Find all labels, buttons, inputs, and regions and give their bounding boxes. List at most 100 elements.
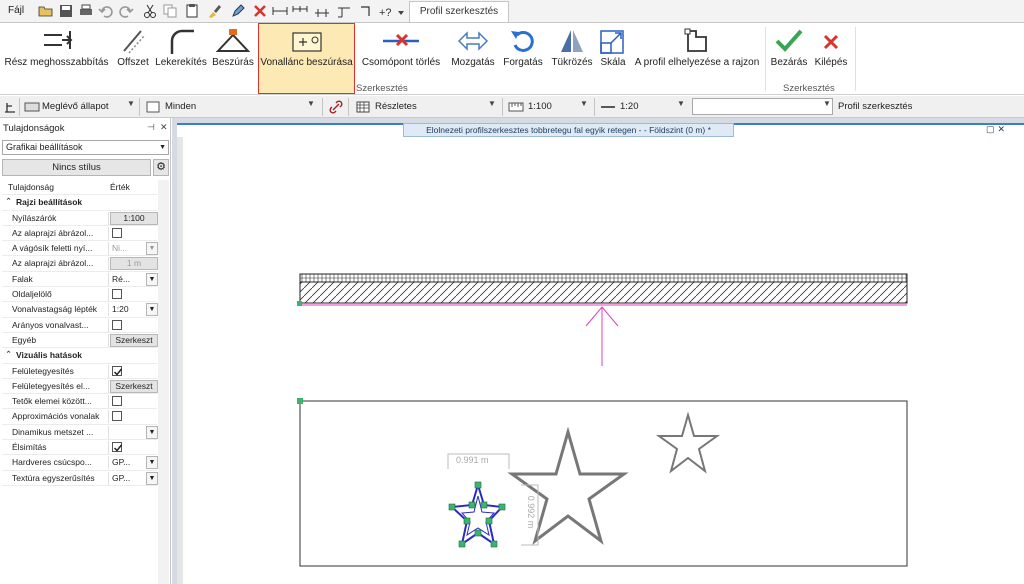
rotate-button[interactable]: Forgatás: [501, 24, 545, 76]
chevron-down-icon[interactable]: ▼: [488, 99, 496, 108]
property-label: Felületegyesítés el...: [12, 380, 90, 391]
dimension-icon[interactable]: [272, 3, 288, 19]
property-row: Felületegyesítés el... Szerkeszt: [2, 379, 158, 395]
delete-node-button[interactable]: Csomópont törlés: [358, 24, 444, 76]
pin-icon[interactable]: ⊣: [147, 122, 155, 133]
print-icon[interactable]: [78, 3, 94, 19]
paste-icon[interactable]: [184, 3, 200, 19]
property-label: Élsimítás: [12, 442, 47, 453]
chevron-down-icon[interactable]: ▼: [146, 303, 158, 317]
chevron-down-icon[interactable]: ▼: [146, 471, 158, 485]
open-folder-icon[interactable]: [38, 3, 54, 19]
value-select-text: GP...: [112, 457, 131, 468]
value-select[interactable]: GP... ▼: [110, 456, 158, 470]
checkbox-checked[interactable]: [112, 365, 123, 376]
level-mark-icon[interactable]: [336, 3, 352, 19]
mirror-button[interactable]: Tükrözés: [549, 24, 595, 76]
toolbar-input-field[interactable]: [692, 98, 833, 115]
drawing-window[interactable]: [177, 123, 1024, 584]
node-handle[interactable]: [297, 301, 302, 306]
close-icon[interactable]: ✕: [160, 122, 168, 133]
line-weight-select[interactable]: 1:20: [620, 98, 639, 116]
customize-arrow-icon[interactable]: [396, 3, 406, 19]
place-profile-button[interactable]: A profil elhelyezése a rajzon: [632, 24, 762, 76]
value-select[interactable]: 1:20 ▼: [110, 303, 158, 317]
dimension-align-icon[interactable]: [314, 3, 330, 19]
tab-profile-edit[interactable]: Profil szerkesztés: [409, 1, 509, 23]
undo-icon[interactable]: [98, 3, 114, 19]
angle-dimension-icon[interactable]: [358, 3, 374, 19]
redo-icon[interactable]: [118, 3, 134, 19]
checkbox[interactable]: [112, 396, 122, 407]
wall-finish-layer[interactable]: [299, 273, 908, 283]
exit-button[interactable]: Kilépés: [812, 24, 850, 76]
delete-icon[interactable]: [252, 3, 268, 19]
property-label: Az alaprajzi ábrázol...: [12, 227, 94, 238]
group-separator: [765, 27, 766, 91]
property-label: Vonalvastagság lépték: [12, 304, 98, 315]
cursor-mode-icon[interactable]: [3, 100, 17, 114]
chevron-down-icon[interactable]: ▼: [677, 99, 685, 108]
chevron-down-icon[interactable]: ▼: [146, 272, 158, 286]
chevron-down-icon[interactable]: ▼: [823, 99, 831, 108]
cut-icon[interactable]: [142, 3, 158, 19]
value-select[interactable]: Ni... ▼: [110, 242, 158, 256]
toolbar-separator: [19, 98, 20, 116]
property-section[interactable]: ⌃ Vizuális hatások: [2, 348, 157, 364]
checkbox[interactable]: [112, 227, 122, 238]
save-icon[interactable]: [58, 3, 74, 19]
value-select[interactable]: GP... ▼: [110, 471, 158, 485]
style-button[interactable]: Nincs stílus: [2, 159, 151, 176]
copy-icon[interactable]: [162, 3, 178, 19]
chevron-down-icon[interactable]: ▼: [146, 456, 158, 470]
insert-button[interactable]: Beszúrás: [210, 24, 256, 76]
extend-button-label: Rész meghosszabbítás: [4, 57, 109, 68]
value-button[interactable]: Szerkeszt: [110, 379, 158, 393]
category-select-value: Grafikai beállítások: [6, 142, 83, 152]
value-button[interactable]: 1:100: [110, 211, 158, 225]
window-controls[interactable]: ▢✕: [986, 124, 1008, 135]
checkbox[interactable]: [112, 319, 122, 330]
checkbox-checked[interactable]: [112, 442, 123, 453]
value-select[interactable]: Ré... ▼: [110, 272, 158, 286]
checkbox[interactable]: [112, 411, 122, 422]
move-button[interactable]: Mozgatás: [448, 24, 498, 76]
chevron-down-icon[interactable]: ▼: [580, 99, 588, 108]
link-icon[interactable]: [329, 100, 343, 114]
category-select[interactable]: Grafikai beállítások ▼: [2, 140, 169, 155]
collapse-chevron-icon[interactable]: ⌃: [5, 196, 12, 207]
value-button[interactable]: Szerkeszt: [110, 333, 158, 347]
collapse-chevron-icon[interactable]: ⌃: [5, 349, 12, 360]
property-section[interactable]: ⌃ Rajzi beállítások: [2, 195, 157, 211]
close-button[interactable]: Bezárás: [768, 24, 810, 76]
dimension-vertical-label: 0.992 m: [526, 495, 536, 529]
property-value: Szerkeszt: [108, 379, 158, 393]
insert-polyline-button[interactable]: Vonallánc beszúrása: [258, 23, 355, 94]
drawing-scrollbar[interactable]: [177, 137, 183, 584]
chevron-down-icon[interactable]: ▼: [146, 242, 158, 256]
pencil-icon[interactable]: [230, 3, 246, 19]
checkbox[interactable]: [112, 289, 122, 300]
value-select[interactable]: ▼: [110, 425, 158, 439]
drawing-scale-select[interactable]: 1:100: [528, 98, 552, 116]
scale-button[interactable]: Skála: [597, 24, 629, 76]
chevron-down-icon[interactable]: ▼: [307, 99, 315, 108]
offset-button[interactable]: Offszet: [113, 24, 153, 76]
brush-icon[interactable]: [206, 3, 222, 19]
fillet-button[interactable]: Lekerekítés: [155, 24, 207, 76]
value-button[interactable]: 1 m: [110, 257, 158, 271]
filter-select[interactable]: Minden: [165, 98, 196, 116]
phase-select[interactable]: Meglévő állapot: [42, 98, 109, 116]
detail-level-select[interactable]: Részletes: [375, 98, 417, 116]
wall-section[interactable]: [297, 273, 908, 306]
panel-scrollbar[interactable]: [158, 180, 169, 584]
chevron-down-icon[interactable]: ▼: [146, 425, 158, 439]
dimension-chain-icon[interactable]: [292, 3, 308, 19]
chevron-down-icon[interactable]: ▼: [127, 99, 135, 108]
coordinate-icon[interactable]: +?: [378, 3, 394, 19]
node-handle[interactable]: [297, 398, 303, 404]
extend-button[interactable]: Rész meghosszabbítás: [3, 24, 110, 76]
gear-icon[interactable]: ⚙: [153, 159, 169, 176]
file-menu[interactable]: Fájl: [8, 5, 24, 16]
wall-core-layer[interactable]: [299, 281, 908, 304]
